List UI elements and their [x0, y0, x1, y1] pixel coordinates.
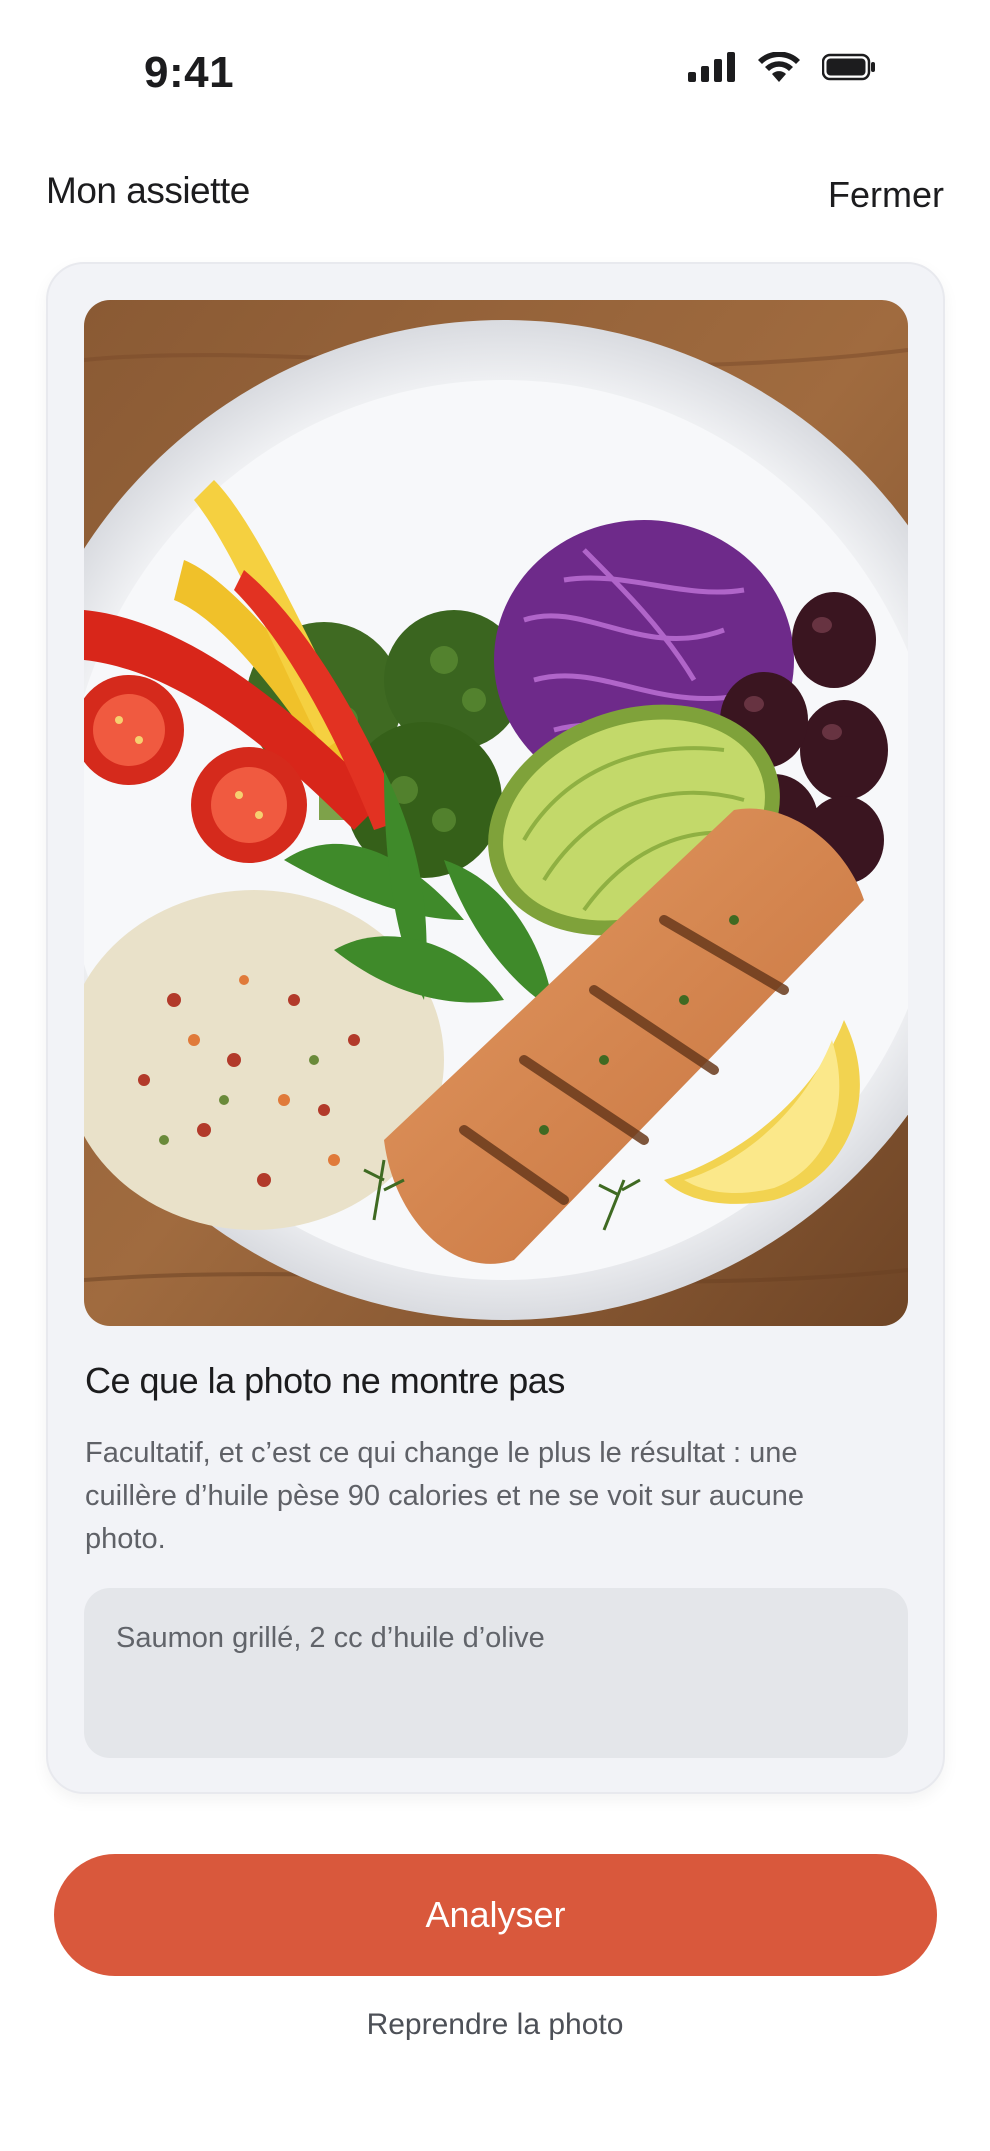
- wifi-icon: [758, 52, 800, 82]
- signal-icon: [688, 52, 735, 82]
- page-title: Mon assiette: [46, 170, 250, 211]
- status-time: 9:41: [144, 48, 235, 97]
- retake-photo-button[interactable]: Reprendre la photo: [0, 2008, 990, 2042]
- status-bar: 9:41: [0, 0, 990, 140]
- battery-icon: [822, 53, 875, 81]
- notes-input[interactable]: [84, 1588, 908, 1758]
- meal-card: Ce que la photo ne montre pas Facultatif…: [46, 262, 945, 1794]
- notes-description: Facultatif, et c’est ce qui change le pl…: [85, 1437, 804, 1555]
- meal-photo: [84, 300, 908, 1326]
- status-icons: [688, 52, 876, 82]
- notes-title: Ce que la photo ne montre pas: [85, 1360, 565, 1401]
- close-button[interactable]: Fermer: [828, 174, 944, 216]
- analyze-button[interactable]: Analyser: [54, 1854, 937, 1976]
